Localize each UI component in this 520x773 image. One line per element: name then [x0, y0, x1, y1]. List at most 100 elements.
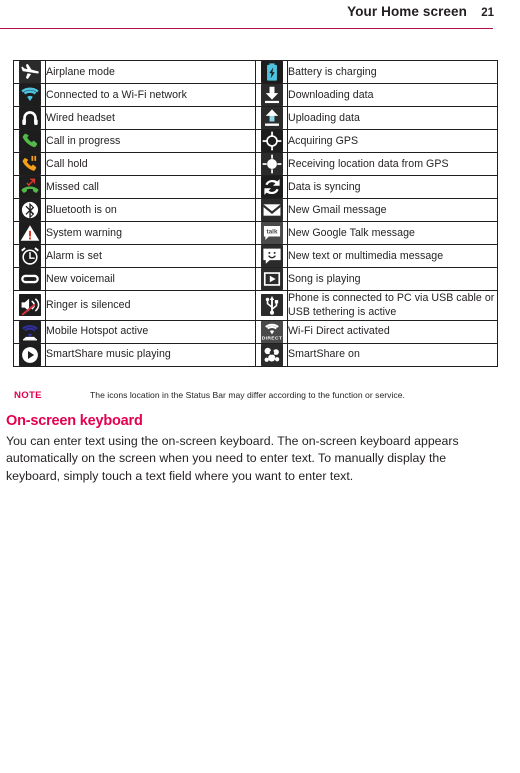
- icon-cell: [255, 106, 288, 130]
- icon-cell: [13, 198, 46, 222]
- upload-data-icon: [260, 107, 283, 129]
- table-row: Connected to a Wi-Fi network Downloading …: [13, 83, 498, 107]
- icon-description-cell: SmartShare music playing: [45, 342, 256, 367]
- icon-description-cell: Wired headset: [45, 106, 256, 130]
- icon-cell: [255, 198, 288, 222]
- table-row: Call hold Receiving location data from GP…: [13, 152, 498, 176]
- icon-description-cell: Uploading data: [287, 106, 498, 130]
- icon-description-cell: Call in progress: [45, 129, 256, 153]
- header-row: Your Home screen 21: [0, 0, 494, 30]
- icon-cell: [255, 83, 288, 107]
- receiving-gps-icon: [260, 153, 283, 175]
- table-row: Call in progress Acquiring GPS: [13, 129, 498, 153]
- icon-cell: [255, 244, 288, 268]
- icon-cell: [13, 175, 46, 199]
- icon-description-cell: Downloading data: [287, 83, 498, 107]
- icon-cell: [13, 342, 46, 367]
- call-in-progress-icon: [18, 130, 41, 152]
- icon-cell: [13, 319, 46, 344]
- icon-cell: [255, 152, 288, 176]
- icon-description-cell: Song is playing: [287, 267, 498, 291]
- mobile-hotspot-icon: [18, 320, 41, 343]
- system-warning-icon: [18, 222, 41, 244]
- icon-description-cell: Wi-Fi Direct activated: [287, 319, 498, 344]
- icon-cell: talk: [255, 221, 288, 245]
- section-body-text: You can enter text using the on-screen k…: [6, 433, 459, 483]
- icon-description-cell: Phone is connected to PC via USB cable o…: [287, 290, 498, 321]
- icon-description-cell: New Gmail message: [287, 198, 498, 222]
- ringer-silenced-icon: [18, 294, 41, 317]
- icon-cell: [13, 221, 46, 245]
- wifi-connected-icon: [18, 84, 41, 106]
- icon-cell: [13, 244, 46, 268]
- wifi-direct-icon: DIRECT: [260, 320, 283, 343]
- icon-description-cell: Battery is charging: [287, 60, 498, 84]
- icon-description-cell: Airplane mode: [45, 60, 256, 84]
- page-number: 21: [481, 7, 494, 19]
- icon-description-cell: New voicemail: [45, 267, 256, 291]
- icon-description-cell: Call hold: [45, 152, 256, 176]
- icon-cell: DIRECT: [255, 319, 288, 344]
- icon-description-cell: Connected to a Wi-Fi network: [45, 83, 256, 107]
- table-row: SmartShare music playing SmartShare on: [13, 342, 498, 367]
- gmail-message-icon: [260, 199, 283, 221]
- icon-cell: [13, 290, 46, 321]
- icon-cell: [13, 152, 46, 176]
- icon-description-cell: Missed call: [45, 175, 256, 199]
- note-label: NOTE: [14, 389, 42, 401]
- icon-cell: [255, 267, 288, 291]
- svg-text:DIRECT: DIRECT: [261, 335, 282, 341]
- note-block: NOTE The icons location in the Status Ba…: [0, 367, 520, 401]
- airplane-mode-icon: [18, 61, 41, 83]
- smartshare-music-icon: [18, 343, 41, 366]
- table-row: Ringer is silenced Phone is connected to …: [13, 290, 498, 321]
- table-row: Alarm is set New text or multimedia messa…: [13, 244, 498, 268]
- svg-text:talk: talk: [266, 229, 277, 236]
- download-data-icon: [260, 84, 283, 106]
- icon-cell: [255, 290, 288, 321]
- icon-cell: [13, 129, 46, 153]
- icon-cell: [13, 267, 46, 291]
- on-screen-keyboard-section: On-screen keyboard You can enter text us…: [0, 401, 520, 485]
- wired-headset-icon: [18, 107, 41, 129]
- icon-cell: [13, 60, 46, 84]
- icon-cell: [255, 129, 288, 153]
- data-syncing-icon: [260, 176, 283, 198]
- status-icon-table-body: Airplane mode Battery is charging Connecte…: [13, 60, 498, 367]
- table-row: Mobile Hotspot active DIRECT Wi-Fi Direct …: [13, 319, 498, 344]
- table-row: Missed call Data is syncing: [13, 175, 498, 199]
- battery-charging-icon: [260, 61, 283, 83]
- icon-description-cell: Bluetooth is on: [45, 198, 256, 222]
- icon-cell: [255, 342, 288, 367]
- table-row: New voicemail Song is playing: [13, 267, 498, 291]
- icon-description-cell: New text or multimedia message: [287, 244, 498, 268]
- call-hold-icon: [18, 153, 41, 175]
- icon-description-cell: Data is syncing: [287, 175, 498, 199]
- icon-description-cell: Ringer is silenced: [45, 290, 256, 321]
- icon-description-cell: New Google Talk message: [287, 221, 498, 245]
- status-icon-table: Airplane mode Battery is charging Connecte…: [13, 60, 498, 367]
- alarm-set-icon: [18, 245, 41, 267]
- icon-description-cell: System warning: [45, 221, 256, 245]
- icon-cell: [13, 106, 46, 130]
- voicemail-icon: [18, 268, 41, 290]
- icon-cell: [255, 175, 288, 199]
- icon-cell: [255, 60, 288, 84]
- icon-description-cell: Alarm is set: [45, 244, 256, 268]
- icon-description-cell: Acquiring GPS: [287, 129, 498, 153]
- sms-mms-message-icon: [260, 245, 283, 267]
- table-row: Bluetooth is on New Gmail message: [13, 198, 498, 222]
- status-icon-table-container: Airplane mode Battery is charging Connecte…: [0, 34, 520, 367]
- usb-connected-icon: [260, 294, 283, 317]
- page-title: Your Home screen: [347, 4, 467, 19]
- song-playing-icon: [260, 268, 283, 290]
- note-text: The icons location in the Status Bar may…: [90, 389, 405, 400]
- acquiring-gps-icon: [260, 130, 283, 152]
- missed-call-icon: [18, 176, 41, 198]
- table-row: Wired headset Uploading data: [13, 106, 498, 130]
- icon-description-cell: Receiving location data from GPS: [287, 152, 498, 176]
- section-heading: On-screen keyboard: [6, 412, 143, 429]
- bluetooth-icon: [18, 199, 41, 221]
- icon-description-cell: Mobile Hotspot active: [45, 319, 256, 344]
- table-row: System warning talk New Google Talk messag…: [13, 221, 498, 245]
